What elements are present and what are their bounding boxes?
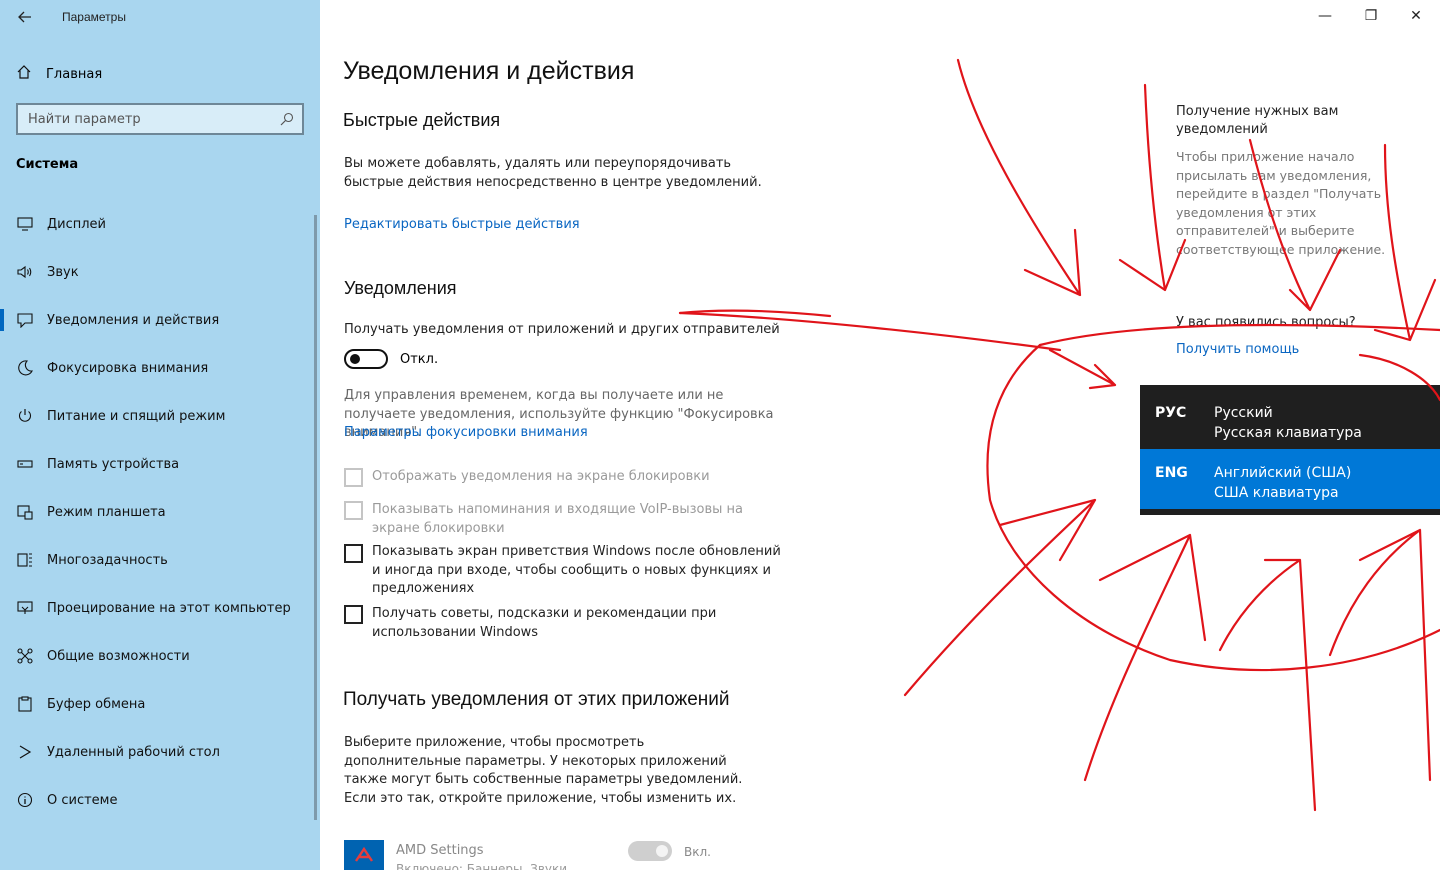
edit-quick-actions-link[interactable]: Редактировать быстрые действия [344,217,580,232]
sidebar-item-multitasking[interactable]: Многозадачность [0,536,320,584]
shared-icon [16,647,34,665]
home-icon [16,64,32,84]
minimize-button[interactable]: — [1313,6,1337,26]
quick-actions-heading: Быстрые действия [343,110,501,130]
sidebar-item-clipboard[interactable]: Буфер обмена [0,680,320,728]
help-title: Получение нужных вам уведомлений [1176,104,1339,137]
checkbox-label: Показывать напоминания и входящие VoIP-в… [372,502,744,536]
language-item-en[interactable]: ENG Английский (США) США клавиатура [1140,449,1440,509]
sidebar-item-label: Буфер обмена [47,696,146,712]
get-help-link[interactable]: Получить помощь [1176,342,1299,357]
language-flyout: РУС Русский Русская клавиатура ENG Англи… [1140,385,1440,515]
projection-icon [16,599,34,617]
sidebar-item-display[interactable]: Дисплей [0,200,320,248]
page-title: Уведомления и действия [343,57,635,85]
restore-button[interactable]: ❐ [1359,6,1383,26]
sidebar-nav: Дисплей Звук Уведомления и действия Фоку… [0,200,320,824]
sidebar-item-label: Звук [47,264,79,280]
sidebar-item-notifications[interactable]: Уведомления и действия [0,296,320,344]
sidebar-item-label: Удаленный рабочий стол [47,744,220,760]
lockscreen-notifications-checkbox[interactable] [344,468,363,487]
back-arrow-icon[interactable] [14,6,36,28]
app-title: Параметры [62,10,126,24]
sidebar-item-label: Проецирование на этот компьютер [47,600,291,616]
help-body: Чтобы приложение начало присылать вам ув… [1176,149,1386,257]
sidebar-scrollbar[interactable] [314,215,317,820]
power-icon [16,407,34,425]
language-code: ENG [1155,465,1188,481]
sidebar-item-storage[interactable]: Память устройства [0,440,320,488]
sidebar-item-label: Режим планшета [47,504,166,520]
focus-assist-settings-link[interactable]: Параметры фокусировки внимания [344,425,588,440]
section-title: Система [16,157,79,172]
close-button[interactable]: ✕ [1404,6,1428,26]
sidebar-item-label: Уведомления и действия [47,312,220,328]
notifications-toggle-caption: Получать уведомления от приложений и дру… [344,322,780,337]
sidebar-item-label: Память устройства [47,456,180,472]
storage-icon [16,455,34,473]
sidebar-item-label: Многозадачность [47,552,168,568]
minimize-icon: — [1318,8,1332,24]
checkbox-label: Показывать экран приветствия Windows пос… [372,544,781,596]
apps-heading: Получать уведомления от этих приложений [343,689,730,710]
help-question: У вас появились вопросы? [1176,315,1356,330]
notifications-toggle[interactable] [344,349,388,369]
notifications-icon [16,311,34,329]
sidebar-item-label: Питание и спящий режим [47,408,226,424]
language-code: РУС [1155,405,1187,421]
restore-icon: ❐ [1364,8,1378,24]
sidebar-item-tablet[interactable]: Режим планшета [0,488,320,536]
sound-icon [16,263,34,281]
sidebar-item-sound[interactable]: Звук [0,248,320,296]
keyboard-name: США клавиатура [1214,485,1339,501]
home-link[interactable]: Главная [16,62,102,86]
language-item-ru[interactable]: РУС Русский Русская клавиатура [1140,389,1440,449]
checkbox-label: Получать советы, подсказки и рекомендаци… [372,606,717,640]
language-name: Русский [1214,405,1273,421]
language-name: Английский (США) [1214,465,1352,481]
moon-icon [16,359,34,377]
sidebar: Параметры Главная Найти параметр Система… [0,0,320,870]
flyout-bottom-edge [1140,509,1440,515]
search-placeholder: Найти параметр [28,111,141,127]
checkbox-label: Отображать уведомления на экране блокиро… [372,469,710,484]
clipboard-icon [16,695,34,713]
info-icon [16,791,34,809]
sidebar-item-label: Фокусировка внимания [47,360,209,376]
app-toggle-state: Вкл. [684,845,711,859]
sidebar-item-focus-assist[interactable]: Фокусировка внимания [0,344,320,392]
apps-description: Выберите приложение, чтобы просмотреть д… [344,735,743,806]
search-input[interactable]: Найти параметр [16,103,304,135]
display-icon [16,215,34,233]
voip-reminders-checkbox[interactable] [344,501,363,520]
multitasking-icon [16,551,34,569]
app-subtitle: Включено: Баннеры, Звуки [396,862,568,870]
app-name[interactable]: AMD Settings [396,843,484,858]
tablet-icon [16,503,34,521]
tips-checkbox[interactable] [344,605,363,624]
sidebar-item-label: О системе [47,792,118,808]
quick-actions-description: Вы можете добавлять, удалять или переупо… [344,156,762,190]
amd-settings-app-icon[interactable] [344,840,384,870]
sidebar-item-power[interactable]: Питание и спящий режим [0,392,320,440]
keyboard-name: Русская клавиатура [1214,425,1362,441]
remote-desktop-icon [16,743,34,761]
sidebar-item-label: Дисплей [47,216,107,232]
welcome-experience-checkbox[interactable] [344,544,363,563]
toggle-knob [656,845,668,857]
close-icon: ✕ [1410,8,1422,24]
sidebar-item-label: Общие возможности [47,648,190,664]
notifications-toggle-state: Откл. [400,352,439,367]
app-notifications-toggle[interactable] [628,841,672,861]
home-label: Главная [46,66,103,82]
sidebar-item-projection[interactable]: Проецирование на этот компьютер [0,584,320,632]
notifications-heading: Уведомления [344,278,457,298]
sidebar-item-shared-experiences[interactable]: Общие возможности [0,632,320,680]
toggle-knob [350,354,360,364]
sidebar-item-remote-desktop[interactable]: Удаленный рабочий стол [0,728,320,776]
search-icon[interactable] [280,111,294,126]
sidebar-item-about[interactable]: О системе [0,776,320,824]
